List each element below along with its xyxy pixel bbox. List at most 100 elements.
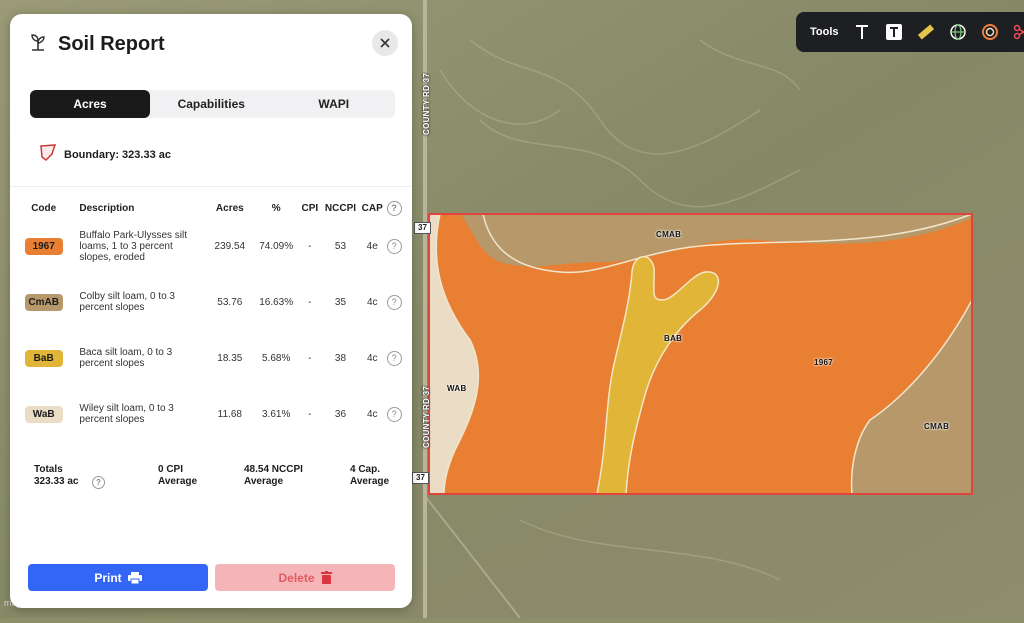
zone-label-1967: 1967 [814, 358, 833, 367]
panel-header: Soil Report [28, 30, 398, 58]
plant-icon [28, 32, 48, 57]
delete-label: Delete [278, 570, 315, 585]
cell-help: ? [384, 330, 404, 386]
road-shield: 37 [412, 472, 429, 484]
tools-label: Tools [810, 26, 839, 38]
road-label: COUNTY RD 37 [422, 72, 431, 135]
cell-percent: 3.61% [262, 408, 291, 420]
table-row: CmAB Colby silt loam, 0 to 3 percent slop… [18, 274, 404, 330]
parcel-boundary [428, 213, 973, 495]
printer-icon [127, 571, 142, 584]
cell-acres: 11.68 [217, 408, 242, 420]
boundary-summary: Boundary: 323.33 ac [38, 142, 171, 167]
soil-code-badge: BaB [24, 349, 63, 367]
cell-nccpi: 38 [334, 352, 347, 364]
cell-percent: 16.63% [259, 296, 294, 308]
zone-label-cmab-top: CMAB [656, 230, 682, 239]
cell-acres: 18.35 [217, 352, 243, 364]
header-percent: % [271, 202, 281, 214]
zone-label-cmab-right: CMAB [924, 422, 950, 431]
cell-help: ? [384, 274, 404, 330]
cell-cap: 4c [366, 408, 378, 420]
cell-help: ? [384, 218, 404, 274]
header-cap: CAP [361, 202, 383, 214]
cell-acres: 53.76 [217, 296, 243, 308]
cell-cpi: - [308, 408, 312, 420]
cell-help: ? [384, 386, 404, 442]
boundary-text: Boundary: 323.33 ac [64, 148, 171, 161]
print-button[interactable]: Print [28, 564, 208, 591]
header-cpi: CPI [301, 202, 319, 214]
cell-description: Wiley silt loam, 0 to 3 percent slopes [79, 403, 174, 425]
header-code: Code [31, 202, 57, 214]
trash-icon [320, 571, 332, 584]
totals-cap-sub: Average [350, 476, 390, 487]
header-description: Description [79, 202, 135, 214]
zone-label-bab: BAB [664, 334, 683, 343]
soil-code-badge: WaB [24, 405, 63, 423]
help-icon[interactable]: ? [386, 200, 402, 216]
help-icon[interactable]: ? [386, 238, 402, 254]
cell-nccpi: 35 [334, 296, 347, 308]
text-box-tool-icon[interactable] [883, 21, 905, 43]
totals-cpi: 0 CPI [158, 464, 184, 475]
text-tool-icon[interactable] [851, 21, 873, 43]
table-row: BaB Baca silt loam, 0 to 3 percent slopes… [18, 330, 404, 386]
cell-code: CmAB [18, 274, 69, 330]
soil-table: Code Description Acres % CPI NCCPI CAP ?… [18, 198, 404, 442]
cell-nccpi: 36 [334, 408, 347, 420]
cell-cap: 4c [366, 296, 378, 308]
scissors-tool-icon[interactable] [1011, 21, 1024, 43]
tools-toolbar: Tools [796, 12, 1024, 52]
totals-acres: 323.33 ac [34, 476, 79, 487]
boundary-shape-icon [38, 142, 60, 167]
tab-wapi[interactable]: WAPI [273, 90, 396, 118]
measure-tool-icon[interactable] [915, 21, 937, 43]
header-nccpi: NCCPI [324, 202, 357, 214]
help-icon[interactable]: ? [386, 406, 402, 422]
totals-cap: 4 Cap. [350, 464, 381, 475]
circle-tool-icon[interactable] [979, 21, 1001, 43]
tab-acres[interactable]: Acres [30, 90, 150, 118]
help-icon[interactable]: ? [386, 350, 402, 366]
cell-acres: 239.54 [214, 240, 246, 252]
cell-code: BaB [18, 330, 69, 386]
zone-label-wab: WAB [447, 384, 467, 393]
delete-button[interactable]: Delete [215, 564, 395, 591]
totals-nccpi-sub: Average [244, 476, 284, 487]
totals-section: Totals 323.33 ac ? 0 CPI Average 48.54 N… [34, 464, 404, 504]
soil-code-badge: 1967 [24, 237, 63, 255]
divider [10, 186, 412, 187]
totals-cpi-sub: Average [158, 476, 198, 487]
table-header-row: Code Description Acres % CPI NCCPI CAP ? [18, 198, 404, 218]
soil-report-panel: Soil Report Acres Capabilities WAPI Boun… [10, 14, 412, 608]
cell-cap: 4e [366, 240, 378, 252]
totals-label: Totals [34, 464, 63, 475]
help-icon[interactable]: ? [386, 294, 402, 310]
road-shield: 37 [414, 222, 431, 234]
cell-code: 1967 [18, 218, 69, 274]
table-row: 1967 Buffalo Park-Ulysses silt loams, 1 t… [18, 218, 404, 274]
cell-description: Buffalo Park-Ulysses silt loams, 1 to 3 … [79, 229, 188, 263]
totals-nccpi: 48.54 NCCPI [244, 464, 303, 475]
panel-title: Soil Report [58, 32, 165, 55]
cell-cpi: - [308, 240, 312, 252]
print-label: Print [94, 570, 122, 585]
cell-description: Baca silt loam, 0 to 3 percent slopes [79, 347, 173, 369]
cell-percent: 74.09% [259, 240, 294, 252]
tab-capabilities[interactable]: Capabilities [150, 90, 273, 118]
cell-code: WaB [18, 386, 69, 442]
close-button[interactable] [372, 30, 398, 56]
totals-help-icon[interactable]: ? [92, 476, 105, 489]
cell-percent: 5.68% [262, 352, 291, 364]
cell-cpi: - [308, 352, 312, 364]
table-row: WaB Wiley silt loam, 0 to 3 percent slope… [18, 386, 404, 442]
header-help: ? [384, 198, 404, 218]
soil-code-badge: CmAB [24, 293, 63, 311]
header-acres: Acres [215, 202, 244, 214]
cell-cpi: - [308, 296, 312, 308]
globe-tool-icon[interactable] [947, 21, 969, 43]
cell-cap: 4c [366, 352, 378, 364]
tab-bar: Acres Capabilities WAPI [30, 90, 395, 118]
cell-nccpi: 53 [334, 240, 347, 252]
